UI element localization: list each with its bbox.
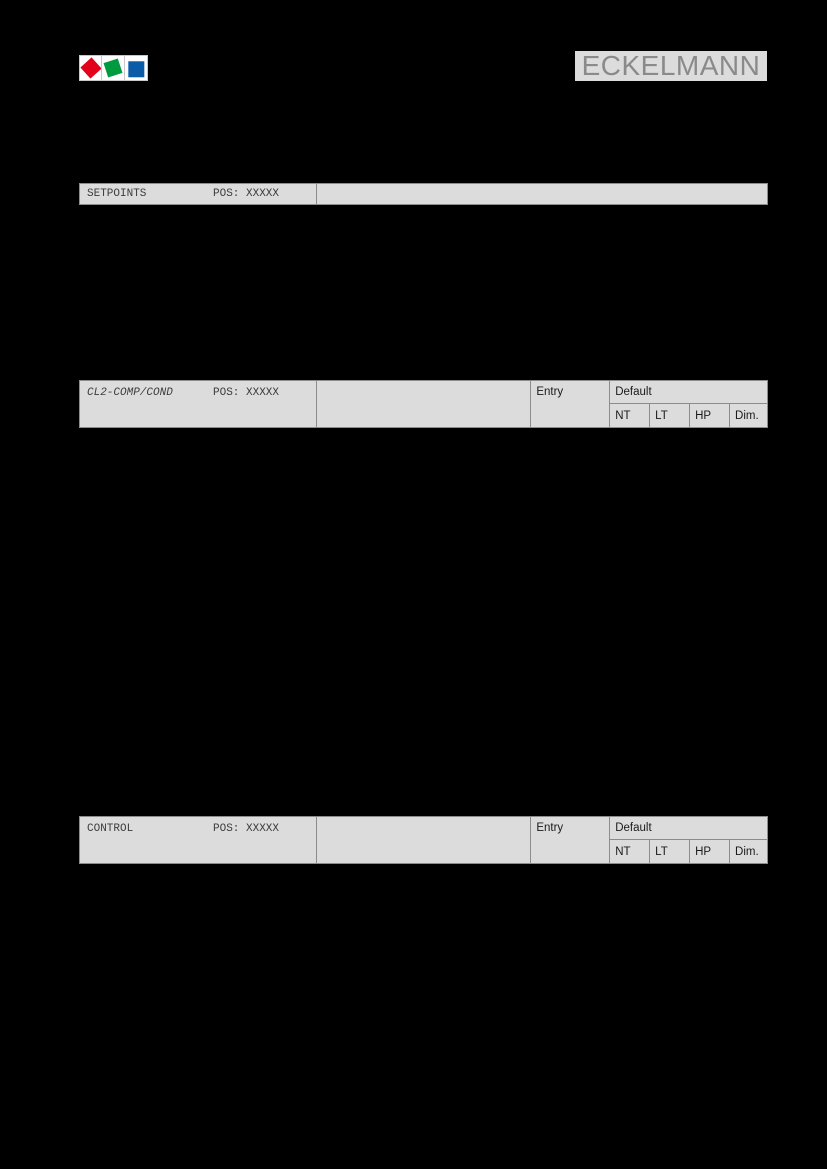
logo-cell-blue xyxy=(125,56,147,80)
control-header-block: CONTROL POS: XXXXX Entry Default NT LT H… xyxy=(79,816,768,864)
cl2-description-column xyxy=(316,381,532,427)
control-title-cell: CONTROL POS: XXXXX xyxy=(80,817,317,863)
cl2-comp-cond-header-block: CL2-COMP/COND POS: XXXXX Entry Default N… xyxy=(79,380,768,428)
brand-wordmark: ECKELMANN xyxy=(575,51,767,81)
control-position-label: POS: XXXXX xyxy=(213,823,280,835)
control-entry-header: Entry xyxy=(536,822,564,834)
control-title: CONTROL xyxy=(87,823,134,835)
cl2-subcolumn-dim: Dim. xyxy=(735,409,759,422)
green-square-icon xyxy=(103,58,123,78)
setpoints-position-label: POS: XXXXX xyxy=(213,187,280,200)
cl2-subcolumn-lt: LT xyxy=(650,403,691,427)
cl2-default-header: Default xyxy=(610,381,767,404)
table-row: SETPOINTS POS: XXXXX xyxy=(80,184,767,204)
blue-square-icon xyxy=(128,61,145,78)
table-header-row: CONTROL POS: XXXXX Entry Default NT LT H… xyxy=(80,817,767,863)
control-subcolumn-lt: LT xyxy=(650,839,691,863)
setpoints-empty-cell xyxy=(317,184,767,204)
cl2-subcolumn-hp: HP xyxy=(690,403,731,427)
document-page: ECKELMANN SETPOINTS POS: XXXXX CL2-COMP/… xyxy=(0,0,827,1169)
control-default-header: Default xyxy=(610,817,767,840)
table-header-row: CL2-COMP/COND POS: XXXXX Entry Default N… xyxy=(80,381,767,427)
cl2-position-label: POS: XXXXX xyxy=(213,387,280,399)
setpoints-header-block: SETPOINTS POS: XXXXX xyxy=(79,183,768,205)
control-default-column: Default NT LT HP Dim. xyxy=(610,817,767,863)
control-subcolumn-dim: Dim. xyxy=(735,845,759,858)
cl2-default-column: Default NT LT HP Dim. xyxy=(610,381,767,427)
cl2-entry-header: Entry xyxy=(536,386,564,398)
eckelmann-logo xyxy=(79,55,148,81)
cl2-entry-column: Entry xyxy=(531,381,611,427)
control-entry-column: Entry xyxy=(531,817,611,863)
control-subcolumn-nt: NT xyxy=(610,839,651,863)
control-subcolumn-hp: HP xyxy=(690,839,731,863)
red-diamond-icon xyxy=(80,57,102,79)
control-description-column xyxy=(316,817,532,863)
cl2-subcolumn-nt: NT xyxy=(610,403,651,427)
logo-cell-green xyxy=(102,56,125,80)
logo-cell-red xyxy=(80,56,103,80)
setpoints-title-cell: SETPOINTS POS: XXXXX xyxy=(80,184,317,204)
cl2-title: CL2-COMP/COND xyxy=(87,387,173,399)
setpoints-title: SETPOINTS xyxy=(87,187,147,200)
cl2-title-cell: CL2-COMP/COND POS: XXXXX xyxy=(80,381,317,427)
